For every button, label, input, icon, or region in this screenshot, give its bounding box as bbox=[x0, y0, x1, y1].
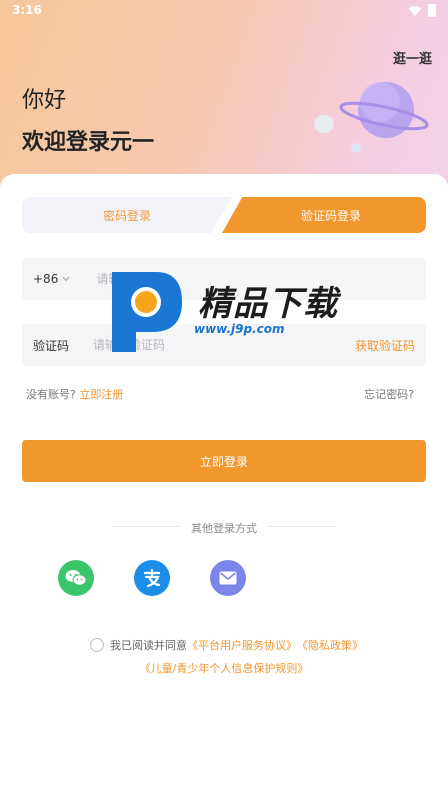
tab-code-login[interactable]: 验证码登录 bbox=[222, 197, 426, 233]
chevron-down-icon bbox=[62, 276, 70, 282]
watermark-url: www.j9p.com bbox=[194, 322, 285, 336]
watermark-brand: 精品下载 bbox=[198, 284, 338, 324]
agree-checkbox[interactable] bbox=[90, 638, 104, 652]
forgot-password-link[interactable]: 忘记密码? bbox=[364, 386, 414, 402]
login-button[interactable]: 立即登录 bbox=[22, 440, 426, 482]
minor-protection-link[interactable]: 《儿童/青少年个人信息保护规则》 bbox=[140, 662, 309, 675]
wechat-login-button[interactable] bbox=[58, 560, 94, 596]
account-links: 没有账号? 立即注册 忘记密码? bbox=[26, 386, 414, 402]
privacy-policy-link[interactable]: 《隐私政策》 bbox=[297, 637, 363, 653]
country-code-select[interactable]: +86 bbox=[33, 272, 70, 286]
service-agreement-link[interactable]: 《平台用户服务协议》 bbox=[187, 637, 297, 653]
mail-icon bbox=[219, 571, 237, 585]
agreement-row: 我已阅读并同意 《平台用户服务协议》 《隐私政策》 bbox=[90, 637, 363, 653]
other-login-divider: 其他登录方式 bbox=[112, 520, 336, 535]
status-time: 3:16 bbox=[12, 3, 42, 17]
no-account-text: 没有账号? bbox=[26, 388, 76, 401]
country-code-label: +86 bbox=[33, 272, 59, 286]
alipay-icon bbox=[143, 568, 161, 588]
welcome-text: 欢迎登录元一 bbox=[22, 130, 155, 155]
browse-link[interactable]: 逛一逛 bbox=[393, 48, 432, 67]
agreement-row-2: 《儿童/青少年个人信息保护规则》 bbox=[0, 660, 448, 676]
hero-header: 3:16 逛一逛 你好 欢迎登录元一 bbox=[0, 0, 448, 200]
status-icons bbox=[408, 4, 436, 17]
mail-login-button[interactable] bbox=[210, 560, 246, 596]
other-login-title: 其他登录方式 bbox=[191, 522, 257, 535]
wechat-icon bbox=[65, 570, 87, 586]
status-bar: 3:16 bbox=[0, 0, 448, 22]
login-tabs: 密码登录 验证码登录 bbox=[22, 197, 426, 233]
battery-icon bbox=[428, 4, 436, 17]
wifi-icon bbox=[408, 5, 422, 16]
greeting-text: 你好 bbox=[22, 88, 67, 113]
code-label: 验证码 bbox=[33, 338, 70, 353]
alipay-login-button[interactable] bbox=[134, 560, 170, 596]
watermark-logo-icon bbox=[112, 272, 182, 352]
agreement-prefix: 我已阅读并同意 bbox=[110, 639, 187, 652]
divider-line-right bbox=[268, 526, 336, 527]
register-prompt: 没有账号? 立即注册 bbox=[26, 386, 123, 402]
tab-password-login[interactable]: 密码登录 bbox=[22, 197, 232, 233]
planet-illustration bbox=[314, 82, 429, 153]
watermark: 精品下载 www.j9p.com bbox=[106, 268, 366, 358]
register-link[interactable]: 立即注册 bbox=[79, 388, 123, 401]
